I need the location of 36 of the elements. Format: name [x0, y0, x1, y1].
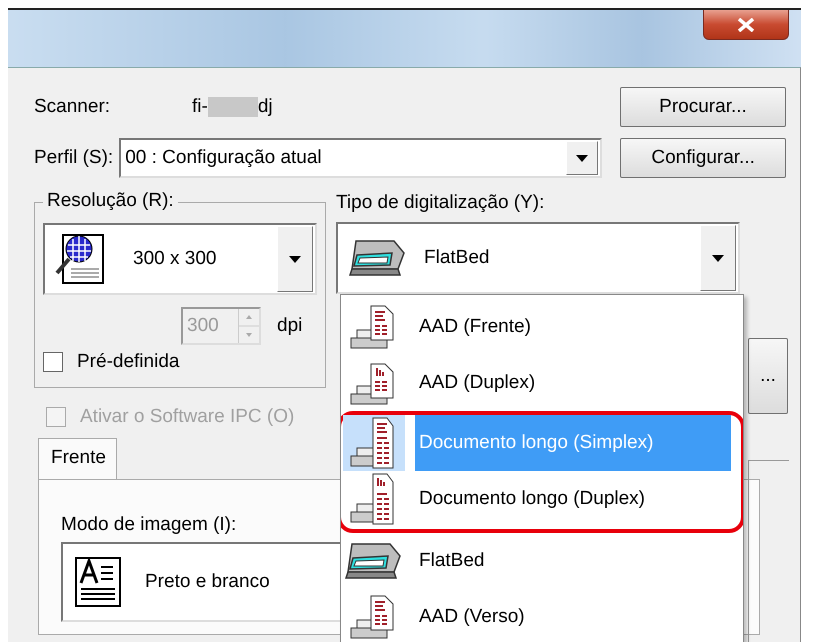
profile-label: Perfil (S):	[34, 147, 114, 169]
scan-type-option[interactable]: AAD (Duplex)	[343, 355, 743, 411]
scanner-label: Scanner:	[34, 96, 112, 118]
flatbed-scanner-icon	[348, 239, 408, 277]
close-icon	[737, 18, 755, 32]
redacted-block	[208, 97, 258, 117]
scan-type-option[interactable]: Documento longo (Duplex)	[343, 471, 737, 527]
profile-dropdown[interactable]: 00 : Configuração atual	[119, 138, 602, 178]
configure-button[interactable]: Configurar...	[620, 138, 786, 178]
more-button[interactable]: ...	[748, 338, 788, 414]
image-mode-value: Preto e branco	[144, 571, 271, 593]
tab[interactable]: Frente	[38, 438, 117, 479]
scanner-name-end: dj	[258, 96, 273, 118]
dropdown-button[interactable]	[566, 141, 598, 175]
checkbox-square[interactable]	[43, 352, 63, 372]
preset-checkbox[interactable]: Pré-definida	[43, 351, 180, 373]
magnifier-document-icon	[55, 233, 107, 285]
caret-icon	[576, 154, 588, 162]
scan-type-option[interactable]: AAD (Frente)	[343, 299, 743, 355]
preset-label: Pré-definida	[77, 351, 180, 373]
resolution-group-title: Resolução (R):	[43, 190, 178, 212]
image-mode-label: Modo de imagem (I):	[61, 514, 236, 536]
browse-button[interactable]: Procurar...	[620, 87, 786, 127]
caret-icon	[712, 254, 724, 262]
scan-type-value: FlatBed	[423, 247, 490, 269]
resolution-dropdown[interactable]: 300 x 300	[43, 223, 317, 295]
scan-type-dropdown[interactable]: FlatBed	[336, 222, 740, 294]
resolution-value: 300 x 300	[132, 248, 218, 270]
profile-value: 00 : Configuração atual	[124, 147, 323, 169]
text-document-icon	[75, 557, 121, 607]
dpi-unit-label: dpi	[277, 315, 302, 337]
close-button[interactable]	[703, 10, 789, 40]
flatbed-scanner-icon	[344, 542, 404, 580]
caret-icon	[289, 256, 301, 262]
scan-type-label: Tipo de digitalização (Y):	[336, 192, 546, 214]
scanner-name-start: fi-	[192, 96, 208, 118]
